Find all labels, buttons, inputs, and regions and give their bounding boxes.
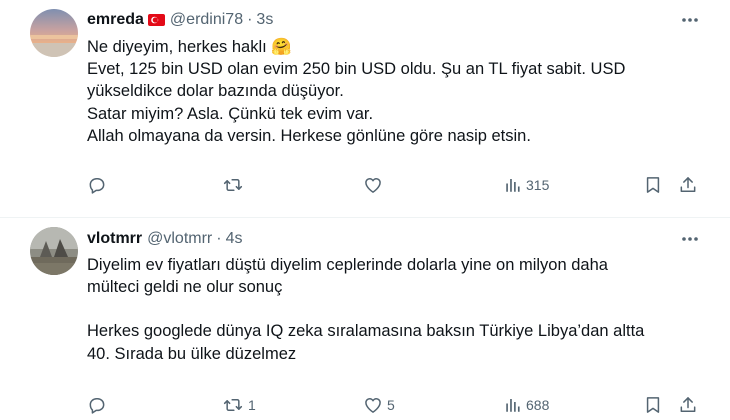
view-count: 688 [526,397,550,413]
like-button[interactable]: 5 [363,393,395,417]
bookmark-button[interactable] [643,393,663,417]
reply-icon [89,178,105,194]
timestamp[interactable]: 3s [256,11,273,29]
turkey-flag-icon [147,14,165,26]
tweet-actions: 1 5 688 [80,393,720,417]
like-button[interactable] [363,173,387,197]
retweet-button[interactable]: 1 [222,393,256,417]
tweet-line: Satar miyim? Asla. Çünkü tek evim var. [87,104,374,123]
like-count: 5 [387,397,395,413]
share-icon [680,177,696,192]
bookmark-icon [646,397,660,413]
views-icon [506,399,520,412]
views-button[interactable]: 315 [504,173,549,197]
avatar[interactable] [30,9,78,57]
tweet-line: Ne diyeyim, herkes haklı 🤗 [87,38,292,56]
tweet-text: Ne diyeyim, herkes haklı 🤗 Evet, 125 bin… [87,36,707,147]
display-name[interactable]: vlotmrr [87,230,142,248]
share-button[interactable] [678,173,698,197]
separator-dot: · [247,11,253,28]
reply-icon [89,398,105,414]
display-name[interactable]: emreda [87,11,144,29]
share-button[interactable] [678,393,698,417]
bookmark-button[interactable] [643,173,663,197]
more-icon[interactable] [680,10,700,30]
tweet-line: 40. Sırada bu ülke düzelmez [87,344,297,363]
tweet-line: Evet, 125 bin USD olan evim 250 bin USD … [87,60,626,79]
tweet-line: Diyelim ev fiyatları düştü diyelim ceple… [87,256,608,274]
user-handle[interactable]: @erdini78 [170,11,243,29]
tweet-line: Allah olmayana da versin. Herkese gönlün… [87,126,531,145]
view-count: 315 [526,177,550,193]
tweet-actions: 315 [80,173,720,197]
retweet-icon [223,399,243,411]
tweet-line: Herkes googlede dünya IQ zeka sıralaması… [87,322,645,341]
avatar[interactable] [30,227,78,275]
retweet-button[interactable] [222,173,248,197]
retweet-count: 1 [248,397,256,413]
more-icon[interactable] [680,229,700,249]
reply-button[interactable] [87,173,111,197]
views-icon [506,179,520,192]
like-icon [365,178,381,193]
tweet-header: vlotmrr @vlotmrr · 4s [87,228,242,250]
tweet[interactable]: vlotmrr @vlotmrr · 4s Diyelim ev fiyatla… [0,219,730,420]
bookmark-icon [646,177,660,193]
retweet-icon [223,179,243,191]
like-icon [365,398,381,413]
views-button[interactable]: 688 [504,393,549,417]
timestamp[interactable]: 4s [226,230,243,248]
tweet-line: yükseldikce dolar bazında düşüyor. [87,82,344,101]
tweet-line: mülteci geldi ne olur sonuç [87,278,283,297]
tweet-text: Diyelim ev fiyatları düştü diyelim ceple… [87,254,707,365]
tweet-header: emreda @erdini78 · 3s [87,9,273,31]
share-icon [680,397,696,412]
tweet[interactable]: emreda @erdini78 · 3s Ne diyeyim, herkes… [0,0,730,218]
user-handle[interactable]: @vlotmrr [147,230,212,248]
reply-button[interactable] [87,393,111,417]
separator-dot: · [216,230,222,247]
